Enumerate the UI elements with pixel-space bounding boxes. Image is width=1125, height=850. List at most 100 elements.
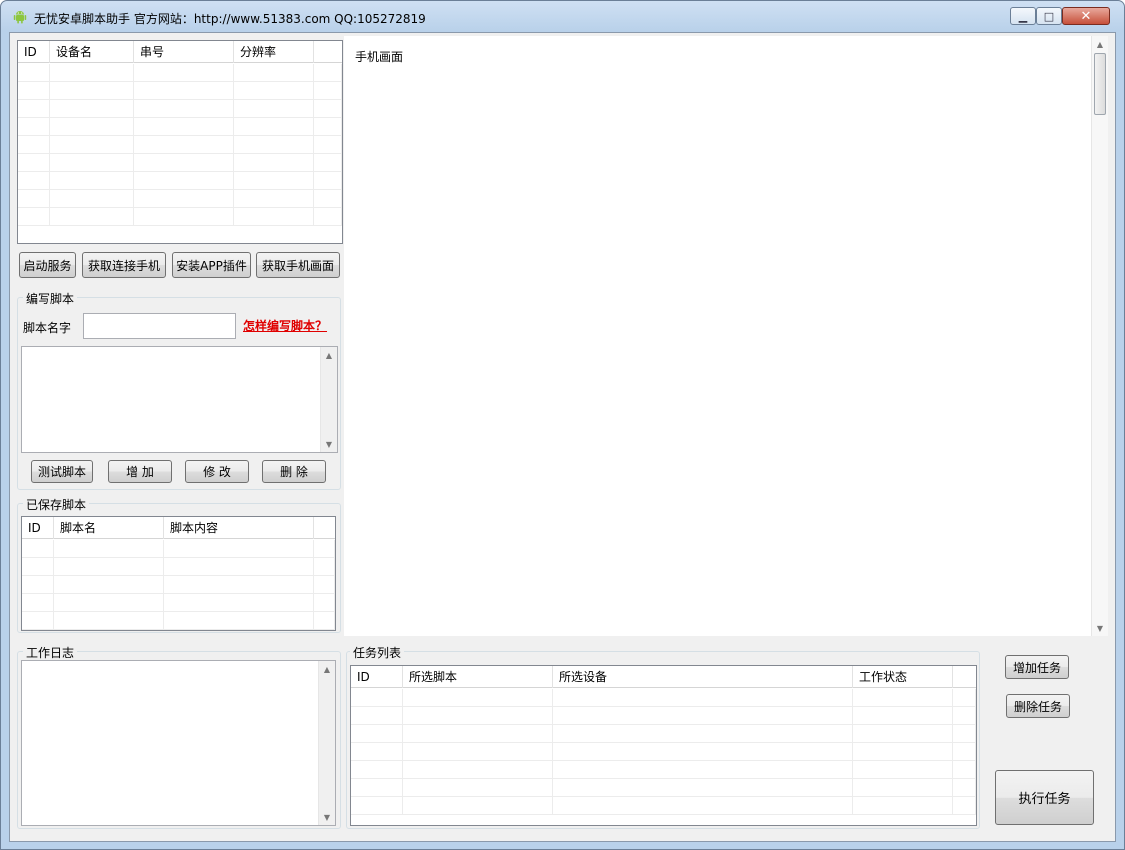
script-name-input[interactable] xyxy=(83,313,236,339)
table-row[interactable] xyxy=(351,689,976,707)
table-cell xyxy=(314,208,342,226)
get-connected-phones-button[interactable]: 获取连接手机 xyxy=(82,252,166,278)
table-cell xyxy=(164,540,314,558)
table-cell xyxy=(953,797,976,815)
table-cell xyxy=(351,779,403,797)
table-row[interactable] xyxy=(351,779,976,797)
table-cell xyxy=(54,576,164,594)
table-cell xyxy=(18,82,50,100)
table-row[interactable] xyxy=(18,190,342,208)
add-task-button[interactable]: 增加任务 xyxy=(1005,655,1069,679)
column-header-script-name[interactable]: 脚本名 xyxy=(54,517,164,539)
scroll-up-arrow-icon[interactable]: ▲ xyxy=(321,347,337,363)
script-content-scrollbar[interactable]: ▲ ▼ xyxy=(320,347,337,452)
table-row[interactable] xyxy=(18,118,342,136)
table-row[interactable] xyxy=(22,594,335,612)
table-cell xyxy=(18,172,50,190)
table-row[interactable] xyxy=(351,725,976,743)
column-header-device-name[interactable]: 设备名 xyxy=(50,41,134,63)
how-to-write-script-link[interactable]: 怎样编写脚本？ xyxy=(243,317,327,334)
table-cell xyxy=(314,100,342,118)
phone-screen-panel[interactable]: 手机画面 ▲ ▼ xyxy=(344,36,1108,636)
column-header-selected-device[interactable]: 所选设备 xyxy=(553,666,853,688)
table-cell xyxy=(234,100,314,118)
table-cell xyxy=(18,64,50,82)
device-table[interactable]: ID 设备名 串号 分辨率 xyxy=(17,40,343,244)
get-phone-screen-button[interactable]: 获取手机画面 xyxy=(256,252,340,278)
table-row[interactable] xyxy=(22,540,335,558)
table-row[interactable] xyxy=(18,64,342,82)
table-row[interactable] xyxy=(22,558,335,576)
table-row[interactable] xyxy=(18,100,342,118)
start-service-button[interactable]: 启动服务 xyxy=(19,252,76,278)
column-header-resolution[interactable]: 分辨率 xyxy=(234,41,314,63)
table-row[interactable] xyxy=(351,743,976,761)
table-cell xyxy=(553,779,853,797)
minimize-button[interactable]: ▁ xyxy=(1010,7,1036,25)
delete-script-button[interactable]: 删 除 xyxy=(262,460,326,483)
table-cell xyxy=(134,100,234,118)
column-header-serial[interactable]: 串号 xyxy=(134,41,234,63)
device-table-header: ID 设备名 串号 分辨率 xyxy=(18,41,342,63)
scroll-down-arrow-icon[interactable]: ▼ xyxy=(1092,620,1108,636)
table-cell xyxy=(54,612,164,630)
table-cell xyxy=(234,136,314,154)
test-script-button[interactable]: 测试脚本 xyxy=(31,460,93,483)
table-cell xyxy=(50,100,134,118)
table-cell xyxy=(234,82,314,100)
scroll-up-arrow-icon[interactable]: ▲ xyxy=(319,661,335,677)
table-row[interactable] xyxy=(22,612,335,630)
edit-script-button[interactable]: 修 改 xyxy=(185,460,249,483)
task-list-table[interactable]: ID 所选脚本 所选设备 工作状态 xyxy=(350,665,977,826)
work-log-scrollbar[interactable]: ▲ ▼ xyxy=(318,661,335,825)
add-script-button[interactable]: 增 加 xyxy=(108,460,172,483)
table-cell xyxy=(314,136,342,154)
table-row[interactable] xyxy=(18,82,342,100)
scrollbar-thumb[interactable] xyxy=(1094,53,1106,115)
table-cell xyxy=(22,558,54,576)
column-header-selected-script[interactable]: 所选脚本 xyxy=(403,666,553,688)
column-header-work-status[interactable]: 工作状态 xyxy=(853,666,953,688)
table-cell xyxy=(853,707,953,725)
column-header-id[interactable]: ID xyxy=(22,517,54,539)
table-cell xyxy=(18,136,50,154)
table-cell xyxy=(314,190,342,208)
saved-scripts-table[interactable]: ID 脚本名 脚本内容 xyxy=(21,516,336,631)
table-row[interactable] xyxy=(18,172,342,190)
maximize-button[interactable]: □ xyxy=(1036,7,1062,25)
table-cell xyxy=(403,707,553,725)
table-row[interactable] xyxy=(18,154,342,172)
column-header-id[interactable]: ID xyxy=(18,41,50,63)
table-cell xyxy=(314,172,342,190)
table-cell xyxy=(18,100,50,118)
table-cell xyxy=(314,612,335,630)
table-cell xyxy=(50,82,134,100)
column-header-id[interactable]: ID xyxy=(351,666,403,688)
close-button[interactable]: ✕ xyxy=(1062,7,1110,25)
table-cell xyxy=(314,540,335,558)
table-cell xyxy=(18,118,50,136)
scroll-up-arrow-icon[interactable]: ▲ xyxy=(1092,36,1108,52)
client-area: ID 设备名 串号 分辨率 启动服务 获取连接手机 安装APP插件 获取手机画面… xyxy=(9,32,1116,842)
table-row[interactable] xyxy=(22,576,335,594)
install-app-plugin-button[interactable]: 安装APP插件 xyxy=(172,252,251,278)
table-row[interactable] xyxy=(351,761,976,779)
scroll-down-arrow-icon[interactable]: ▼ xyxy=(319,809,335,825)
table-cell xyxy=(164,612,314,630)
table-row[interactable] xyxy=(351,797,976,815)
title-bar[interactable]: 无忧安卓脚本助手 官方网站：http://www.51383.com QQ:10… xyxy=(1,1,1124,31)
script-content-textarea[interactable]: ▲ ▼ xyxy=(21,346,338,453)
table-row[interactable] xyxy=(18,208,342,226)
table-cell xyxy=(853,725,953,743)
column-header-script-content[interactable]: 脚本内容 xyxy=(164,517,314,539)
column-header-filler xyxy=(314,41,342,63)
table-row[interactable] xyxy=(351,707,976,725)
run-task-button[interactable]: 执行任务 xyxy=(995,770,1094,825)
maximize-icon: □ xyxy=(1043,9,1055,23)
delete-task-button[interactable]: 删除任务 xyxy=(1006,694,1070,718)
scroll-down-arrow-icon[interactable]: ▼ xyxy=(321,436,337,452)
table-cell xyxy=(553,797,853,815)
phone-screen-scrollbar[interactable]: ▲ ▼ xyxy=(1091,36,1108,636)
table-row[interactable] xyxy=(18,136,342,154)
work-log-textarea[interactable]: ▲ ▼ xyxy=(21,660,336,826)
